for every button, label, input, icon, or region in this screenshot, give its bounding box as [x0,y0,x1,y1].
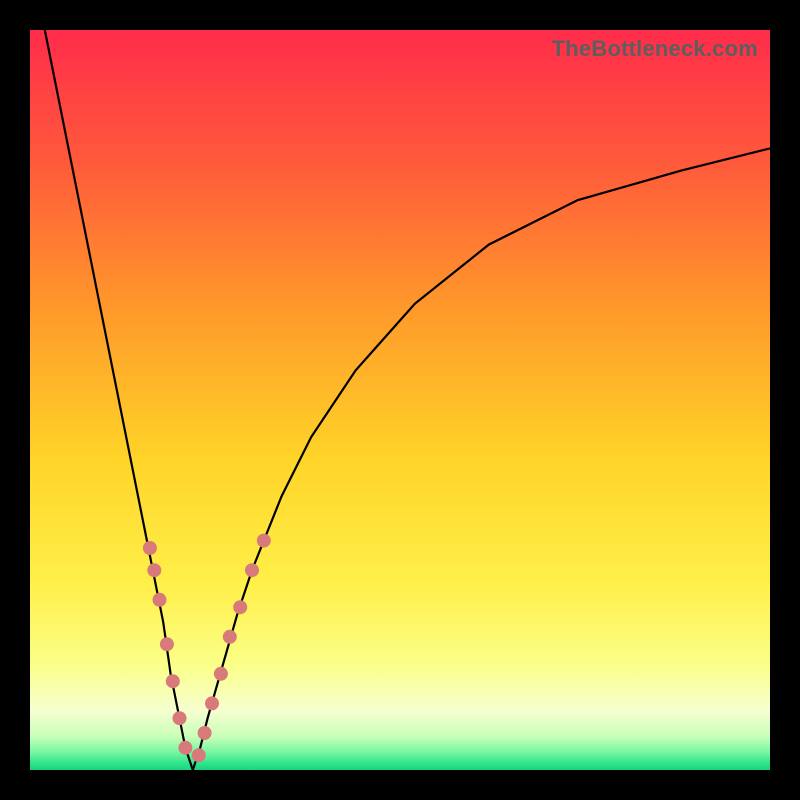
chart-frame: TheBottleneck.com [0,0,800,800]
data-marker [153,593,167,607]
data-marker [245,563,259,577]
data-marker [192,748,206,762]
curve-layer [30,30,770,770]
data-marker [178,741,192,755]
curve-markers [143,534,271,763]
data-marker [147,563,161,577]
data-marker [214,667,228,681]
data-marker [233,600,247,614]
data-marker [173,711,187,725]
data-marker [166,674,180,688]
left-curve [45,30,193,770]
data-marker [160,637,174,651]
data-marker [223,630,237,644]
data-marker [198,726,212,740]
plot-area: TheBottleneck.com [30,30,770,770]
data-marker [257,534,271,548]
data-marker [205,696,219,710]
right-curve [193,148,770,770]
data-marker [143,541,157,555]
